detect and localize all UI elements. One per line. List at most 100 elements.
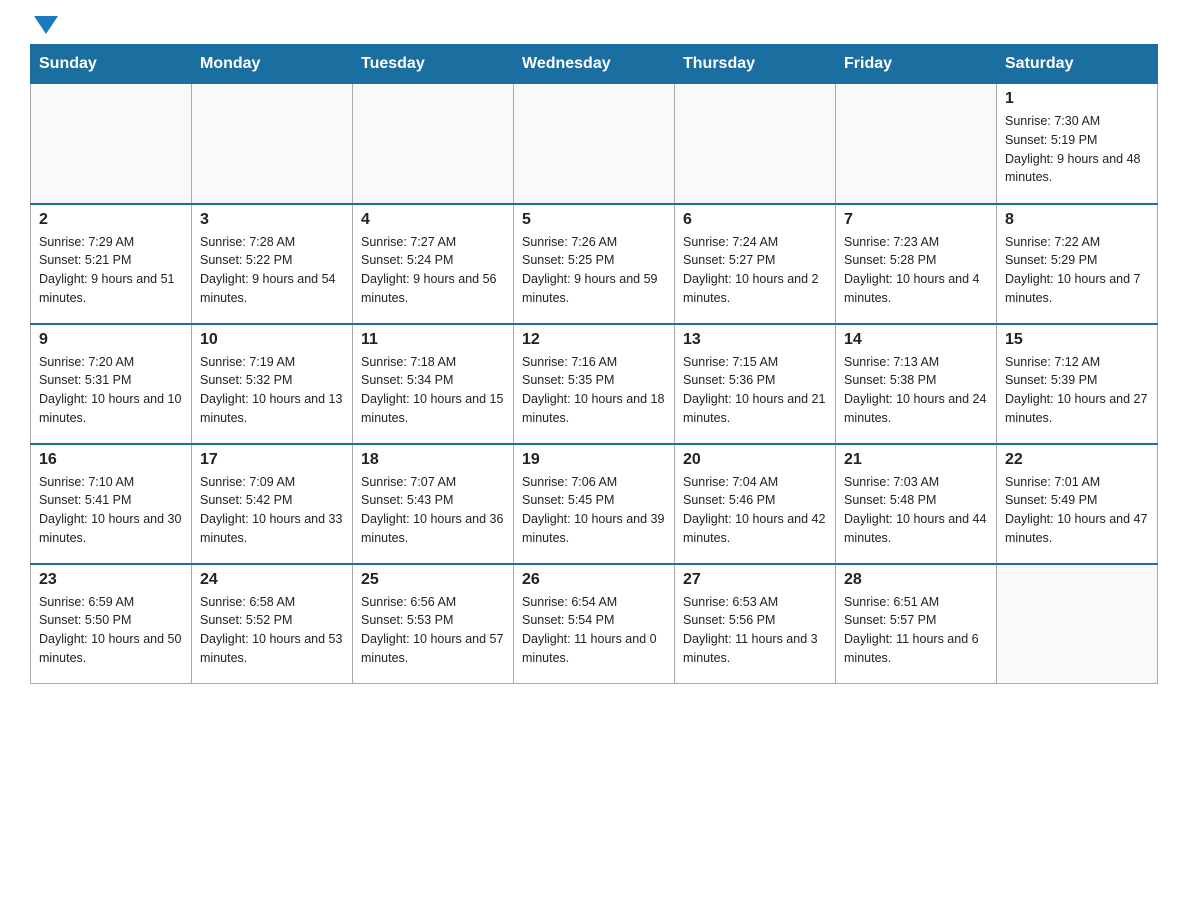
- day-number: 3: [200, 211, 344, 229]
- calendar-table: SundayMondayTuesdayWednesdayThursdayFrid…: [30, 44, 1158, 684]
- calendar-cell: 11 Sunrise: 7:18 AM Sunset: 5:34 PM Dayli…: [353, 324, 514, 444]
- weekday-header-monday: Monday: [192, 45, 353, 84]
- calendar-cell: 1 Sunrise: 7:30 AM Sunset: 5:19 PM Daylig…: [997, 84, 1158, 204]
- calendar-cell: 26 Sunrise: 6:54 AM Sunset: 5:54 PM Dayli…: [514, 564, 675, 684]
- calendar-cell: [836, 84, 997, 204]
- calendar-cell: [514, 84, 675, 204]
- day-number: 14: [844, 331, 988, 349]
- weekday-header-wednesday: Wednesday: [514, 45, 675, 84]
- calendar-cell: 4 Sunrise: 7:27 AM Sunset: 5:24 PM Daylig…: [353, 204, 514, 324]
- day-info: Sunrise: 7:10 AM Sunset: 5:41 PM Dayligh…: [39, 473, 183, 548]
- day-info: Sunrise: 7:27 AM Sunset: 5:24 PM Dayligh…: [361, 233, 505, 308]
- day-number: 13: [683, 331, 827, 349]
- calendar-cell: 6Sunrise: 7:24 AM Sunset: 5:27 PM Daylig…: [675, 204, 836, 324]
- calendar-cell: 24 Sunrise: 6:58 AM Sunset: 5:52 PM Dayli…: [192, 564, 353, 684]
- day-number: 20: [683, 451, 827, 469]
- calendar-cell: [31, 84, 192, 204]
- calendar-cell: 25 Sunrise: 6:56 AM Sunset: 5:53 PM Dayli…: [353, 564, 514, 684]
- calendar-cell: 3 Sunrise: 7:28 AM Sunset: 5:22 PM Daylig…: [192, 204, 353, 324]
- day-info: Sunrise: 7:28 AM Sunset: 5:22 PM Dayligh…: [200, 233, 344, 308]
- day-number: 18: [361, 451, 505, 469]
- day-info: Sunrise: 7:12 AM Sunset: 5:39 PM Dayligh…: [1005, 353, 1149, 428]
- day-info: Sunrise: 6:54 AM Sunset: 5:54 PM Dayligh…: [522, 593, 666, 668]
- day-number: 24: [200, 571, 344, 589]
- calendar-cell: 23 Sunrise: 6:59 AM Sunset: 5:50 PM Dayli…: [31, 564, 192, 684]
- calendar-cell: 22 Sunrise: 7:01 AM Sunset: 5:49 PM Dayli…: [997, 444, 1158, 564]
- week-row-2: 2Sunrise: 7:29 AM Sunset: 5:21 PM Daylig…: [31, 204, 1158, 324]
- calendar-cell: [675, 84, 836, 204]
- day-number: 21: [844, 451, 988, 469]
- day-info: Sunrise: 7:19 AM Sunset: 5:32 PM Dayligh…: [200, 353, 344, 428]
- day-info: Sunrise: 7:06 AM Sunset: 5:45 PM Dayligh…: [522, 473, 666, 548]
- day-info: Sunrise: 7:23 AM Sunset: 5:28 PM Dayligh…: [844, 233, 988, 308]
- day-number: 25: [361, 571, 505, 589]
- calendar-cell: [353, 84, 514, 204]
- day-info: Sunrise: 6:59 AM Sunset: 5:50 PM Dayligh…: [39, 593, 183, 668]
- calendar-cell: 2Sunrise: 7:29 AM Sunset: 5:21 PM Daylig…: [31, 204, 192, 324]
- weekday-header-tuesday: Tuesday: [353, 45, 514, 84]
- logo: [30, 20, 58, 34]
- day-info: Sunrise: 7:13 AM Sunset: 5:38 PM Dayligh…: [844, 353, 988, 428]
- calendar-cell: 13 Sunrise: 7:15 AM Sunset: 5:36 PM Dayli…: [675, 324, 836, 444]
- calendar-cell: 19 Sunrise: 7:06 AM Sunset: 5:45 PM Dayli…: [514, 444, 675, 564]
- week-row-5: 23 Sunrise: 6:59 AM Sunset: 5:50 PM Dayli…: [31, 564, 1158, 684]
- day-number: 17: [200, 451, 344, 469]
- day-number: 27: [683, 571, 827, 589]
- day-info: Sunrise: 7:22 AM Sunset: 5:29 PM Dayligh…: [1005, 233, 1149, 308]
- calendar-cell: 14 Sunrise: 7:13 AM Sunset: 5:38 PM Dayli…: [836, 324, 997, 444]
- calendar-cell: [192, 84, 353, 204]
- week-row-4: 16 Sunrise: 7:10 AM Sunset: 5:41 PM Dayli…: [31, 444, 1158, 564]
- day-number: 12: [522, 331, 666, 349]
- day-number: 4: [361, 211, 505, 229]
- page-header: [30, 20, 1158, 34]
- day-number: 16: [39, 451, 183, 469]
- day-number: 7: [844, 211, 988, 229]
- day-info: Sunrise: 7:03 AM Sunset: 5:48 PM Dayligh…: [844, 473, 988, 548]
- weekday-header-thursday: Thursday: [675, 45, 836, 84]
- week-row-3: 9 Sunrise: 7:20 AM Sunset: 5:31 PM Daylig…: [31, 324, 1158, 444]
- calendar-cell: 28 Sunrise: 6:51 AM Sunset: 5:57 PM Dayli…: [836, 564, 997, 684]
- logo-triangle-icon: [34, 16, 58, 34]
- day-info: Sunrise: 6:58 AM Sunset: 5:52 PM Dayligh…: [200, 593, 344, 668]
- day-info: Sunrise: 6:53 AM Sunset: 5:56 PM Dayligh…: [683, 593, 827, 668]
- day-number: 9: [39, 331, 183, 349]
- day-number: 1: [1005, 90, 1149, 108]
- day-info: Sunrise: 7:07 AM Sunset: 5:43 PM Dayligh…: [361, 473, 505, 548]
- calendar-cell: 10 Sunrise: 7:19 AM Sunset: 5:32 PM Dayli…: [192, 324, 353, 444]
- day-number: 6: [683, 211, 827, 229]
- day-number: 10: [200, 331, 344, 349]
- calendar-cell: 21 Sunrise: 7:03 AM Sunset: 5:48 PM Dayli…: [836, 444, 997, 564]
- day-info: Sunrise: 7:15 AM Sunset: 5:36 PM Dayligh…: [683, 353, 827, 428]
- day-number: 2: [39, 211, 183, 229]
- day-number: 15: [1005, 331, 1149, 349]
- day-info: Sunrise: 7:16 AM Sunset: 5:35 PM Dayligh…: [522, 353, 666, 428]
- calendar-cell: 15 Sunrise: 7:12 AM Sunset: 5:39 PM Dayli…: [997, 324, 1158, 444]
- day-info: Sunrise: 6:51 AM Sunset: 5:57 PM Dayligh…: [844, 593, 988, 668]
- day-info: Sunrise: 7:30 AM Sunset: 5:19 PM Dayligh…: [1005, 112, 1149, 187]
- calendar-cell: 5 Sunrise: 7:26 AM Sunset: 5:25 PM Daylig…: [514, 204, 675, 324]
- day-info: Sunrise: 7:01 AM Sunset: 5:49 PM Dayligh…: [1005, 473, 1149, 548]
- day-info: Sunrise: 7:20 AM Sunset: 5:31 PM Dayligh…: [39, 353, 183, 428]
- calendar-cell: 12 Sunrise: 7:16 AM Sunset: 5:35 PM Dayli…: [514, 324, 675, 444]
- day-info: Sunrise: 7:04 AM Sunset: 5:46 PM Dayligh…: [683, 473, 827, 548]
- weekday-header-sunday: Sunday: [31, 45, 192, 84]
- calendar-cell: 18 Sunrise: 7:07 AM Sunset: 5:43 PM Dayli…: [353, 444, 514, 564]
- calendar-cell: 17 Sunrise: 7:09 AM Sunset: 5:42 PM Dayli…: [192, 444, 353, 564]
- day-number: 26: [522, 571, 666, 589]
- calendar-cell: 8 Sunrise: 7:22 AM Sunset: 5:29 PM Daylig…: [997, 204, 1158, 324]
- weekday-header-friday: Friday: [836, 45, 997, 84]
- day-number: 28: [844, 571, 988, 589]
- day-number: 11: [361, 331, 505, 349]
- day-info: Sunrise: 6:56 AM Sunset: 5:53 PM Dayligh…: [361, 593, 505, 668]
- day-info: Sunrise: 7:09 AM Sunset: 5:42 PM Dayligh…: [200, 473, 344, 548]
- day-info: Sunrise: 7:18 AM Sunset: 5:34 PM Dayligh…: [361, 353, 505, 428]
- day-number: 8: [1005, 211, 1149, 229]
- week-row-1: 1 Sunrise: 7:30 AM Sunset: 5:19 PM Daylig…: [31, 84, 1158, 204]
- calendar-cell: 27 Sunrise: 6:53 AM Sunset: 5:56 PM Dayli…: [675, 564, 836, 684]
- day-number: 23: [39, 571, 183, 589]
- day-info: Sunrise: 7:26 AM Sunset: 5:25 PM Dayligh…: [522, 233, 666, 308]
- day-number: 5: [522, 211, 666, 229]
- day-number: 19: [522, 451, 666, 469]
- calendar-cell: 16 Sunrise: 7:10 AM Sunset: 5:41 PM Dayli…: [31, 444, 192, 564]
- day-number: 22: [1005, 451, 1149, 469]
